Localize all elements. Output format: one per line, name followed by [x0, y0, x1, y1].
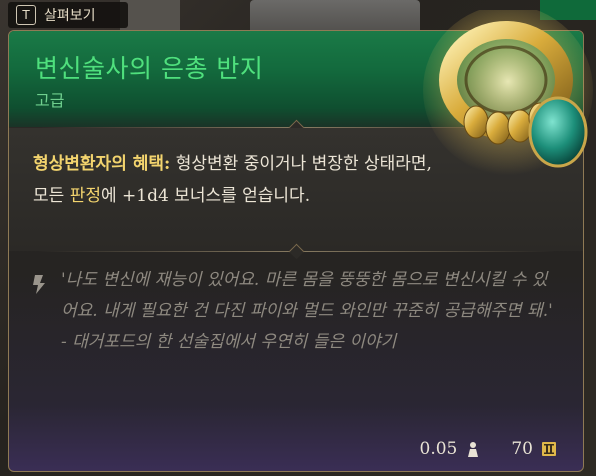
ring-icon: [423, 10, 593, 175]
ability-check-link[interactable]: 판정: [70, 186, 101, 206]
game-scene: T 살펴보기 변신술사의 은총 반지 고급 형상변환자의 혜택: 형상변환 중이…: [0, 0, 596, 476]
inspect-hint[interactable]: T 살펴보기: [8, 2, 128, 28]
effect-description: 형상변환자의 혜택: 형상변환 중이거나 변장한 상태라면, 모든 판정에 +1…: [33, 148, 433, 212]
flavor-text: '나도 변신에 재능이 있어요. 마른 몸을 뚱뚱한 몸으로 변신시킬 수 있어…: [61, 270, 553, 352]
item-footer: 0.05 70: [420, 437, 558, 461]
quote-icon: [33, 275, 45, 294]
item-rarity: 고급: [35, 91, 65, 110]
item-value: 70: [511, 439, 533, 459]
gold-coin-icon: [542, 442, 556, 456]
inspect-label: 살펴보기: [44, 8, 96, 24]
keybind-badge: T: [16, 5, 36, 25]
flavor-section: '나도 변신에 재능이 있어요. 마른 몸을 뚱뚱한 몸으로 변신시킬 수 있어…: [9, 253, 583, 413]
effect-name: 형상변환자의 혜택:: [33, 154, 171, 174]
item-weight: 0.05: [419, 439, 458, 459]
effect-text-after: 에 +1d4 보너스를 얻습니다.: [100, 186, 311, 206]
item-name: 변신술사의 은총 반지: [35, 54, 264, 83]
weight-icon: [468, 442, 479, 457]
